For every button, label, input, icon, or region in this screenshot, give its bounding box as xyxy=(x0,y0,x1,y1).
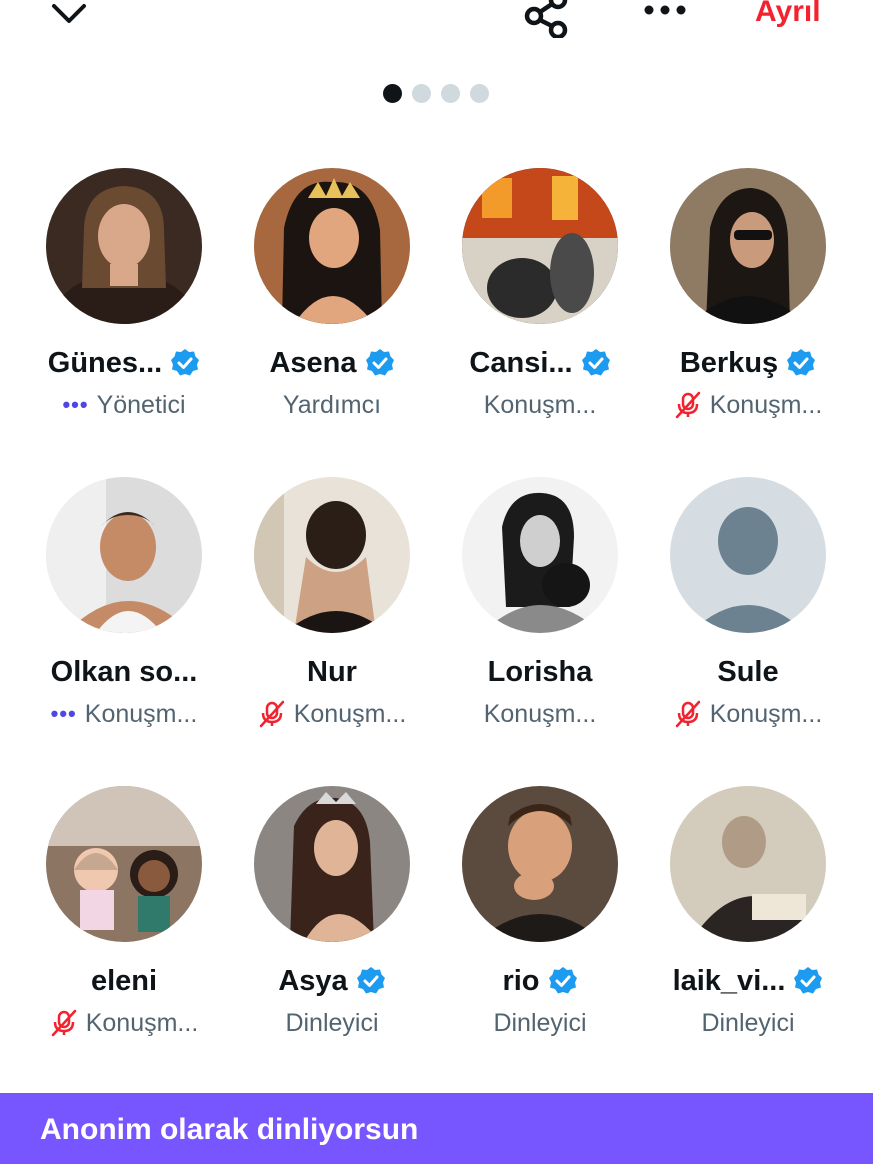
avatar[interactable] xyxy=(670,786,826,942)
participant-role: Dinleyici xyxy=(285,1008,379,1037)
share-icon[interactable] xyxy=(520,0,574,38)
participant-role: Konuşm... xyxy=(85,1008,199,1037)
participant-name: Cansi... xyxy=(469,346,573,379)
mic-muted-icon xyxy=(259,700,284,728)
mic-muted-icon xyxy=(51,1009,76,1037)
participant-name: Sule xyxy=(717,655,779,688)
more-icon[interactable] xyxy=(640,0,690,22)
participant-card[interactable]: Lorisha Konuşm... xyxy=(436,477,644,777)
participant-role-row: Dinleyici xyxy=(436,1006,644,1040)
page-dot xyxy=(441,84,460,103)
page-indicator xyxy=(383,84,489,103)
participant-role-row: Konuşm... xyxy=(228,697,436,731)
avatar[interactable] xyxy=(462,477,618,633)
avatar[interactable] xyxy=(462,786,618,942)
participant-card[interactable]: laik_vi... Dinleyici xyxy=(644,786,852,1086)
page-dot xyxy=(470,84,489,103)
participant-card[interactable]: Günes... ••• Yönetici xyxy=(20,168,228,468)
avatar[interactable] xyxy=(46,168,202,324)
participant-name-row: laik_vi... xyxy=(644,961,852,1001)
participant-name: Asena xyxy=(269,346,357,379)
participant-card[interactable]: Asya Dinleyici xyxy=(228,786,436,1086)
speaking-indicator-icon: ••• xyxy=(50,701,77,726)
participant-name-row: rio xyxy=(436,961,644,1001)
participant-card[interactable]: rio Dinleyici xyxy=(436,786,644,1086)
participant-role-row: Konuşm... xyxy=(644,388,852,422)
participant-name: Berkuş xyxy=(679,346,779,379)
avatar[interactable] xyxy=(254,168,410,324)
participant-role: Konuşm... xyxy=(293,699,407,728)
participant-card[interactable]: Olkan so... ••• Konuşm... xyxy=(20,477,228,777)
participant-card[interactable]: Berkuş Konuşm... xyxy=(644,168,852,468)
verified-badge-icon xyxy=(171,349,200,376)
mic-muted-icon xyxy=(675,391,700,419)
participant-role-row: Konuşm... xyxy=(436,697,644,731)
participant-card[interactable]: Asena Yardımcı xyxy=(228,168,436,468)
verified-badge-icon xyxy=(356,967,385,994)
participant-role: Konuşm... xyxy=(483,699,597,728)
participant-name-row: Günes... xyxy=(20,343,228,383)
participant-name: Olkan so... xyxy=(50,655,198,688)
participant-card[interactable]: Cansi... Konuşm... xyxy=(436,168,644,468)
participant-role-row: Konuşm... xyxy=(20,1006,228,1040)
participant-role-row: Dinleyici xyxy=(228,1006,436,1040)
participant-name-row: Cansi... xyxy=(436,343,644,383)
participant-name: eleni xyxy=(90,964,158,997)
participant-name-row: Olkan so... xyxy=(20,652,228,692)
speaking-indicator-icon: ••• xyxy=(62,392,89,417)
avatar[interactable] xyxy=(46,786,202,942)
leave-button[interactable]: Ayrıl xyxy=(755,0,821,32)
participant-name: Lorisha xyxy=(487,655,593,688)
chevron-down-icon[interactable] xyxy=(50,0,88,30)
participant-name: Günes... xyxy=(47,346,163,379)
page-dot xyxy=(412,84,431,103)
avatar[interactable] xyxy=(46,477,202,633)
participant-role: Konuşm... xyxy=(483,390,597,419)
participant-card[interactable]: eleni Konuşm... xyxy=(20,786,228,1086)
participant-name: Nur xyxy=(307,655,357,688)
participant-name-row: Sule xyxy=(644,652,852,692)
participant-role-row: Konuşm... xyxy=(644,697,852,731)
participant-role-row: ••• Yönetici xyxy=(20,388,228,422)
mic-muted-icon xyxy=(675,700,700,728)
participant-name-row: eleni xyxy=(20,961,228,1001)
participant-name: rio xyxy=(502,964,540,997)
participant-name-row: Asena xyxy=(228,343,436,383)
verified-badge-icon xyxy=(787,349,816,376)
participant-name-row: Nur xyxy=(228,652,436,692)
participant-name: laik_vi... xyxy=(672,964,786,997)
participant-role: Dinleyici xyxy=(701,1008,795,1037)
participant-card[interactable]: Sule Konuşm... xyxy=(644,477,852,777)
participant-role-row: ••• Konuşm... xyxy=(20,697,228,731)
avatar[interactable] xyxy=(462,168,618,324)
verified-badge-icon xyxy=(365,349,394,376)
avatar[interactable] xyxy=(254,477,410,633)
avatar[interactable] xyxy=(254,786,410,942)
avatar[interactable] xyxy=(670,477,826,633)
top-bar: Ayrıl xyxy=(0,0,873,60)
verified-badge-icon xyxy=(581,349,610,376)
participant-role: Konuşm... xyxy=(709,390,823,419)
banner-text: Anonim olarak dinliyorsun xyxy=(40,1113,419,1146)
anonymous-listening-banner: Anonim olarak dinliyorsun xyxy=(0,1093,873,1164)
participant-role: Konuşm... xyxy=(84,699,198,728)
participant-role-row: Konuşm... xyxy=(436,388,644,422)
participant-name-row: Berkuş xyxy=(644,343,852,383)
participant-role: Dinleyici xyxy=(493,1008,587,1037)
verified-badge-icon xyxy=(794,967,823,994)
participant-role: Yardımcı xyxy=(282,390,382,419)
participant-card[interactable]: Nur Konuşm... xyxy=(228,477,436,777)
participant-role: Yönetici xyxy=(96,390,186,419)
participant-name: Asya xyxy=(278,964,348,997)
participant-name-row: Lorisha xyxy=(436,652,644,692)
participant-role-row: Yardımcı xyxy=(228,388,436,422)
page-dot xyxy=(383,84,402,103)
participant-role-row: Dinleyici xyxy=(644,1006,852,1040)
verified-badge-icon xyxy=(548,967,577,994)
avatar[interactable] xyxy=(670,168,826,324)
participant-name-row: Asya xyxy=(228,961,436,1001)
participant-role: Konuşm... xyxy=(709,699,823,728)
